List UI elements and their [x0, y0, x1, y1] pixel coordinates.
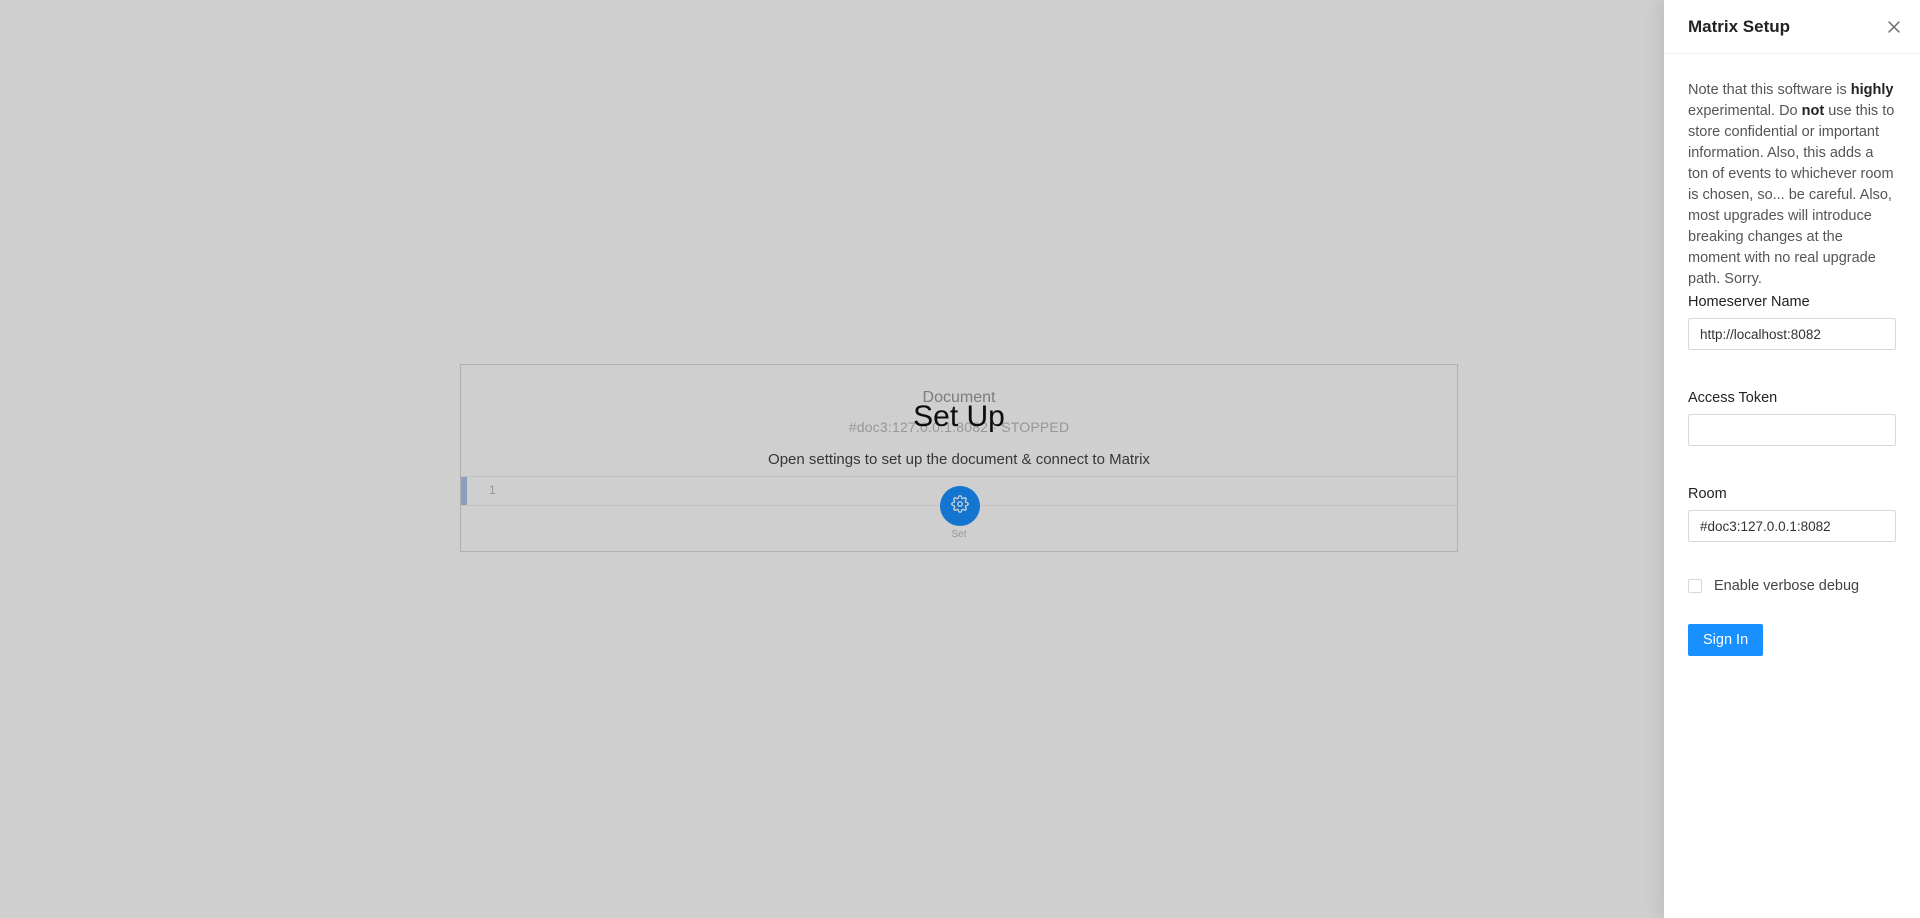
verbose-debug-row[interactable]: Enable verbose debug	[1688, 578, 1896, 594]
homeserver-input[interactable]	[1688, 318, 1896, 350]
drawer-mask[interactable]	[0, 0, 1920, 918]
room-input[interactable]	[1688, 510, 1896, 542]
sign-in-button[interactable]: Sign In	[1688, 624, 1764, 656]
verbose-debug-checkbox[interactable]	[1688, 579, 1702, 593]
close-icon	[1886, 21, 1902, 39]
experimental-notice: Note that this software is highly experi…	[1688, 82, 1895, 287]
room-label: Room	[1688, 486, 1727, 502]
close-button[interactable]	[1886, 19, 1902, 35]
drawer-title: Matrix Setup	[1688, 17, 1791, 36]
notice-emphasis-highly: highly	[1850, 82, 1894, 98]
homeserver-label: Homeserver Name	[1688, 294, 1810, 310]
drawer-body: Note that this software is highly experi…	[1664, 54, 1920, 656]
matrix-setup-drawer: Matrix Setup Note that this software is …	[1664, 0, 1920, 918]
access-token-label: Access Token	[1688, 390, 1778, 406]
verbose-debug-label: Enable verbose debug	[1714, 578, 1860, 594]
notice-emphasis-not: not	[1801, 103, 1825, 119]
access-token-input[interactable]	[1688, 414, 1896, 446]
drawer-header: Matrix Setup	[1664, 0, 1920, 54]
